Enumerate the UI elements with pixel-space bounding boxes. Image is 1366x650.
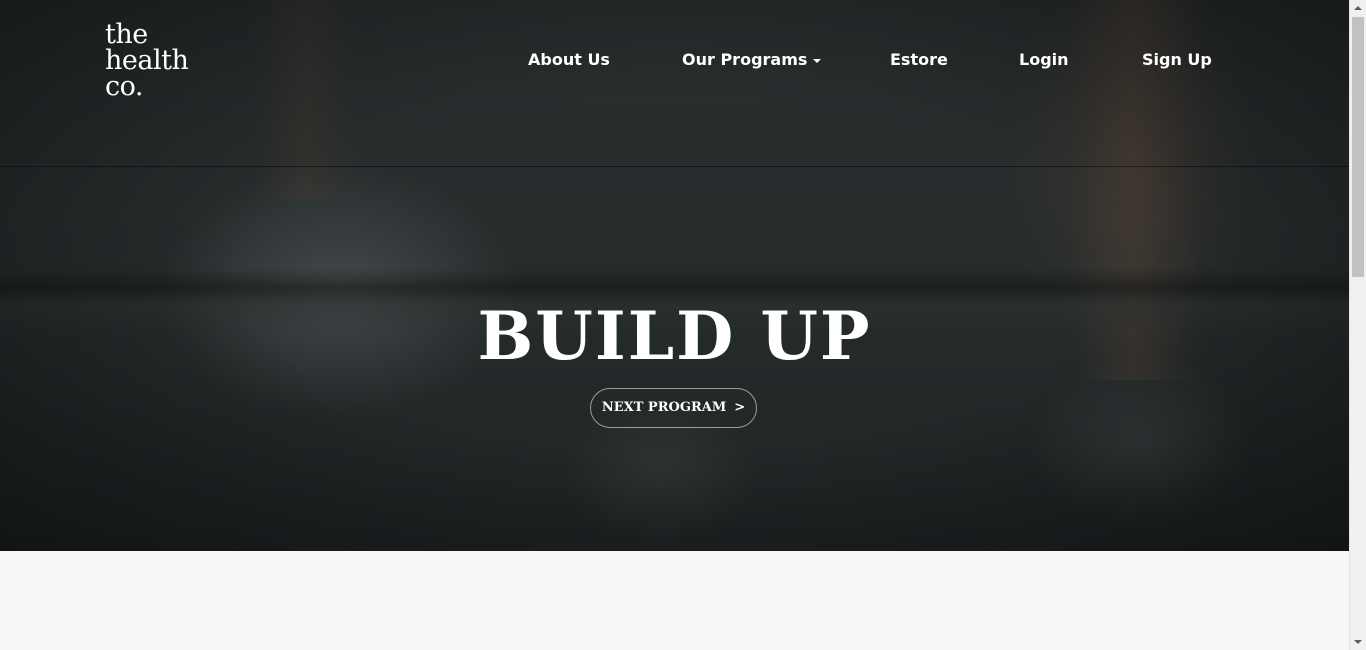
chevron-down-icon [813,58,822,63]
hero-title: BUILD UP [477,297,872,375]
scrollbar-thumb[interactable] [1352,17,1364,277]
nav-sign-up[interactable]: Sign Up [1142,50,1212,69]
brand-logo[interactable]: the health co. [105,21,189,102]
next-program-label: NEXT PROGRAM [601,400,727,415]
nav-our-programs-label: Our Programs [682,50,808,69]
hero-banner: the health co. About Us Our Programs Est… [0,0,1349,551]
nav-estore[interactable]: Estore [890,50,948,69]
nav-our-programs[interactable]: Our Programs [682,50,822,69]
hero-image-overlay [0,0,1349,551]
content-section [0,551,1349,650]
page: the health co. About Us Our Programs Est… [0,0,1349,650]
next-program-button[interactable]: NEXT PROGRAM > [590,388,757,428]
nav-login[interactable]: Login [1019,50,1069,69]
logo-line-3: co. [105,71,144,102]
scroll-up-icon[interactable] [1354,6,1362,10]
header-divider [0,166,1349,167]
scroll-down-icon[interactable] [1354,640,1362,644]
nav-about-us[interactable]: About Us [528,50,610,69]
page-scrollbar[interactable] [1349,0,1366,650]
arrow-right-icon: > [734,400,746,415]
